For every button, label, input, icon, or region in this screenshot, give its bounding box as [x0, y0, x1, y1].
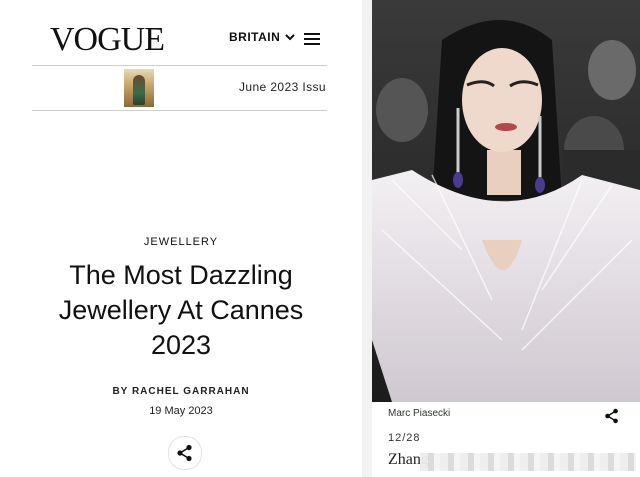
chevron-down-icon: [285, 34, 295, 41]
magazine-cover-thumbnail[interactable]: [124, 69, 154, 107]
issue-link[interactable]: June 2023 Issu: [239, 80, 326, 94]
byline: BY RACHEL GARRAHAN: [0, 386, 362, 397]
issue-bar: June 2023 Issu: [32, 65, 327, 111]
publish-date: 19 May 2023: [149, 405, 213, 417]
photo-date: 12/28: [388, 432, 421, 444]
obscured-text: [420, 453, 636, 471]
region-selector[interactable]: BRITAIN: [229, 30, 297, 44]
share-icon[interactable]: [604, 408, 620, 424]
photo-illustration: [372, 0, 640, 402]
article-title: The Most Dazzling Jewellery At Cannes 20…: [58, 260, 304, 360]
author-link[interactable]: RACHEL GARRAHAN: [132, 386, 250, 397]
vogue-article-panel: VOGUE BRITAIN June 2023 Issu JEWELLERY T…: [0, 0, 362, 477]
panel-divider: [362, 0, 372, 477]
hamburger-menu-icon[interactable]: [304, 33, 320, 46]
vogue-logo[interactable]: VOGUE: [50, 20, 165, 60]
article-category[interactable]: JEWELLERY: [0, 236, 362, 248]
byline-prefix: BY: [112, 386, 129, 397]
region-label: BRITAIN: [229, 30, 281, 44]
share-icon: [177, 444, 192, 462]
photo-credit: Marc Piasecki: [388, 408, 451, 419]
red-carpet-photo[interactable]: [372, 0, 640, 402]
photo-panel: Marc Piasecki 12/28 Zhang: [372, 0, 640, 477]
share-button[interactable]: [168, 436, 202, 470]
